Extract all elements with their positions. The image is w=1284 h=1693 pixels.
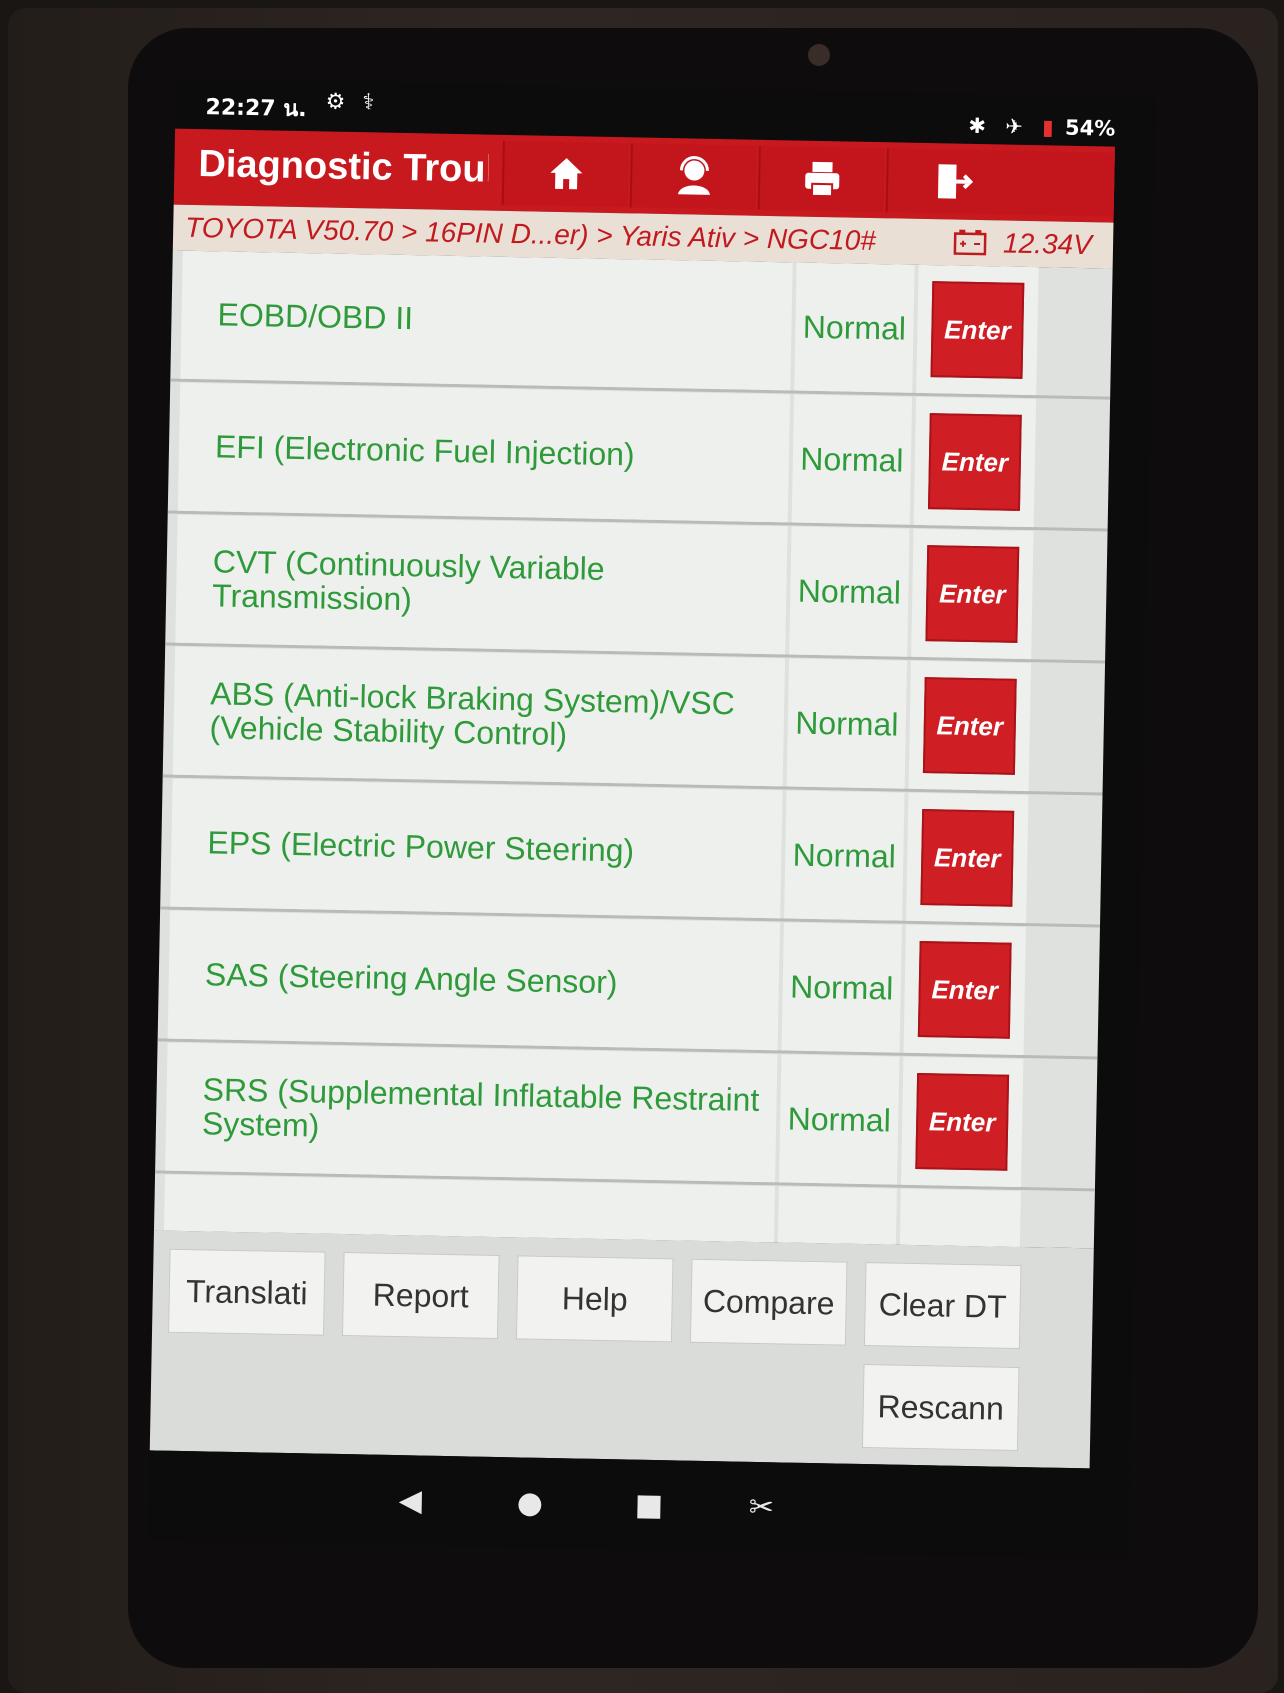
enter-cell: Enter (911, 528, 1034, 660)
enter-button[interactable]: Enter (915, 1073, 1010, 1171)
tablet-device: 22:27 น. ⚙ ⚕ ✱ ✈ ▮ 54% Diagnostic Troul (8, 8, 1278, 1693)
enter-button[interactable]: Enter (930, 281, 1025, 379)
back-icon[interactable]: ◀ (398, 1483, 422, 1518)
airplane-icon: ✈ (1005, 114, 1024, 139)
enter-button[interactable]: Enter (927, 413, 1022, 511)
system-name: SRS (Supplemental Inflatable Restraint S… (165, 1042, 778, 1183)
system-status: Normal (786, 658, 908, 789)
status-icons-left: ⚙ ⚕ (325, 89, 374, 115)
bottom-toolbar: Translati Report Help Compare Clear DT R… (149, 1230, 1094, 1469)
screen: 22:27 น. ⚙ ⚕ ✱ ✈ ▮ 54% Diagnostic Troul (148, 78, 1156, 1560)
system-list: EOBD/OBD II Normal Enter EFI (Electronic… (153, 250, 1113, 1249)
table-row: ABS (Anti-lock Braking System)/VSC (Vehi… (162, 646, 1106, 796)
enter-cell: Enter (900, 1056, 1024, 1188)
enter-cell: Enter (903, 924, 1026, 1056)
print-icon (805, 161, 840, 198)
status-icons-right: ✱ ✈ ▮ 54% (956, 114, 1115, 141)
system-name: ABS (Anti-lock Braking System)/VSC (Vehi… (172, 646, 786, 787)
screenshot-icon[interactable]: ✂ (748, 1490, 774, 1525)
home-icon (550, 158, 583, 190)
table-row: SAS (Steering Angle Sensor) Normal Enter (157, 910, 1100, 1060)
table-row: SRS (Supplemental Inflatable Restraint S… (155, 1042, 1098, 1192)
report-button[interactable]: Report (341, 1252, 500, 1340)
enter-cell: Enter (913, 396, 1037, 528)
stethoscope-icon: ⚕ (362, 90, 375, 116)
page-title: Diagnostic Troul (198, 143, 489, 191)
system-status: Normal (784, 790, 905, 921)
system-status: Normal (794, 262, 915, 393)
system-status (776, 1186, 897, 1249)
table-row: EPS (Electric Power Steering) Normal Ent… (160, 778, 1103, 928)
exit-button[interactable] (885, 148, 1115, 217)
bluetooth-icon: ✱ (968, 113, 987, 139)
translate-button[interactable]: Translati (168, 1248, 326, 1336)
recents-icon[interactable]: ■ (634, 1488, 663, 1524)
compare-button[interactable]: Compare (689, 1258, 848, 1346)
rescan-button[interactable]: Rescann (861, 1364, 1020, 1452)
settings-icon: ⚙ (325, 89, 346, 115)
home-nav-icon[interactable]: ● (516, 1485, 543, 1520)
system-status: Normal (789, 526, 910, 657)
enter-button[interactable]: Enter (917, 941, 1012, 1039)
support-icon (677, 156, 710, 195)
exit-icon (937, 164, 974, 199)
system-name: EPS (Electric Power Steering) (170, 778, 783, 919)
enter-cell (898, 1188, 1021, 1249)
android-nav-bar: ◀ ● ■ ✂ (148, 1450, 1130, 1560)
help-button[interactable]: Help (515, 1255, 674, 1343)
home-button[interactable] (501, 140, 629, 208)
battery-icon: ▮ (1041, 115, 1054, 140)
table-row: EFI (Electronic Fuel Injection) Normal E… (167, 382, 1111, 532)
system-name: SAS (Steering Angle Sensor) (167, 910, 781, 1051)
system-name: EOBD/OBD II (180, 250, 793, 391)
table-row: EOBD/OBD II Normal Enter (170, 250, 1113, 400)
enter-cell: Enter (908, 660, 1032, 792)
battery-voltage: 12.34V (1002, 227, 1093, 261)
enter-button[interactable]: Enter (925, 545, 1020, 643)
clear-dtc-button[interactable]: Clear DT (863, 1262, 1022, 1350)
system-status: Normal (779, 1054, 900, 1185)
support-button[interactable] (629, 143, 757, 210)
enter-cell: Enter (906, 792, 1029, 924)
enter-button[interactable]: Enter (920, 809, 1015, 907)
print-button[interactable] (757, 145, 885, 213)
table-row: CVT (Continuously Variable Transmission)… (165, 514, 1108, 664)
battery-voltage-icon (953, 229, 987, 256)
system-status: Normal (791, 394, 913, 525)
battery-percentage: 54% (1064, 115, 1116, 141)
system-status: Normal (781, 922, 902, 1053)
enter-cell: Enter (916, 264, 1039, 396)
front-camera (808, 44, 830, 66)
system-name: CVT (Continuously Variable Transmission) (175, 514, 788, 655)
status-time: 22:27 น. (205, 95, 307, 123)
enter-button[interactable]: Enter (922, 677, 1017, 775)
system-name: EFI (Electronic Fuel Injection) (177, 382, 791, 523)
